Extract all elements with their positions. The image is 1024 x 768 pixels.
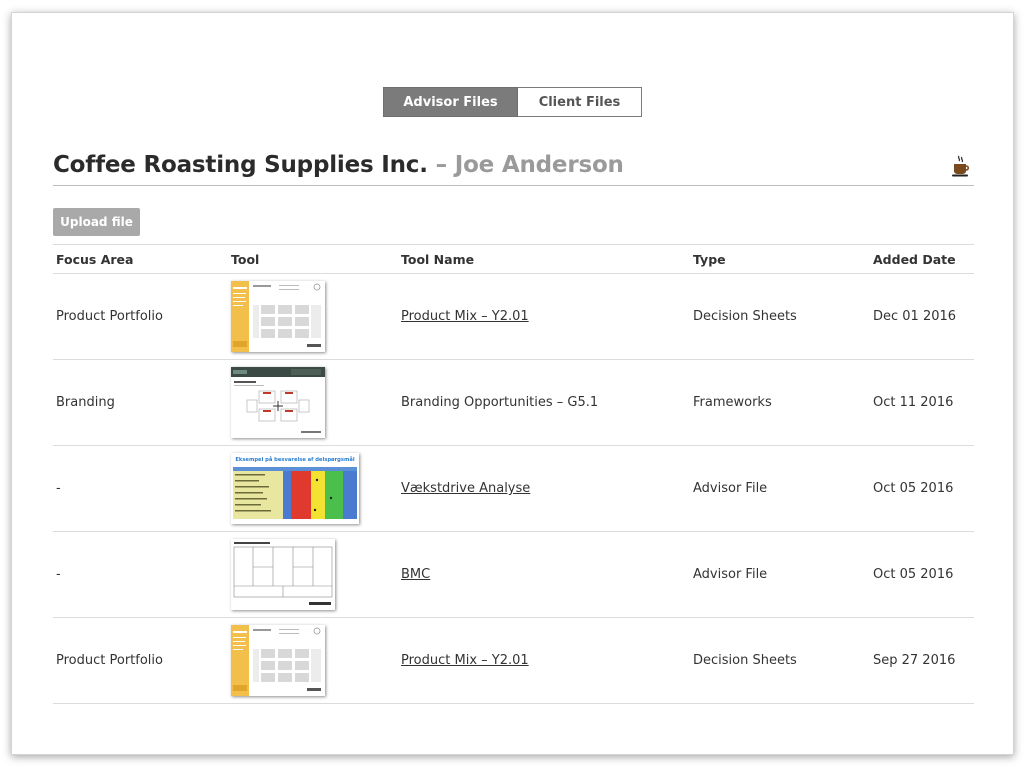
tool-name-link[interactable]: Vækstdrive Analyse [401,481,530,496]
tool-name-cell: Vækstdrive Analyse [401,446,530,531]
tab-client-files[interactable]: Client Files [518,87,642,117]
title-divider [53,185,974,186]
title-separator: – [435,152,448,178]
tool-name-cell: Product Mix – Y2.01 [401,274,529,359]
column-header-added-date[interactable]: Added Date [873,245,956,273]
table-header-row: Focus Area Tool Tool Name Type Added Dat… [53,245,974,274]
tool-name-cell: BMC [401,532,430,617]
type-cell: Frameworks [693,395,772,410]
tool-name-cell: Product Mix – Y2.01 [401,618,529,703]
column-header-type[interactable]: Type [693,245,726,273]
client-name: Joe Anderson [454,152,624,178]
type-cell: Decision Sheets [693,309,797,324]
product-mix-thumbnail[interactable] [231,281,325,352]
tool-name-link[interactable]: BMC [401,567,430,582]
company-name: Coffee Roasting Supplies Inc. [53,152,428,178]
bmc-thumbnail[interactable] [231,539,335,610]
file-tabs: Advisor Files Client Files [383,87,642,117]
focus-area-cell: Product Portfolio [56,653,163,668]
focus-area-cell: Branding [56,395,115,410]
tool-name-link[interactable]: Product Mix – Y2.01 [401,309,529,324]
vaekstdrive-thumbnail[interactable]: Eksempel på besvarelse af delspørgsmål [231,453,359,524]
column-header-tool-name[interactable]: Tool Name [401,245,474,273]
added-date-cell: Sep 27 2016 [873,653,956,668]
page-title: Coffee Roasting Supplies Inc. – Joe Ande… [53,152,974,178]
added-date-cell: Oct 05 2016 [873,567,954,582]
type-cell: Advisor File [693,481,768,496]
tool-thumbnail-cell [231,274,325,359]
vaekstdrive-thumbnail-title: Eksempel på besvarelse af delspørgsmål [235,456,355,463]
type-cell: Decision Sheets [693,653,797,668]
table-row: Product Portfolio Product Mix – Y2.01 De… [53,618,974,704]
added-date-cell: Oct 05 2016 [873,481,954,496]
tool-thumbnail-cell [231,360,325,445]
branding-opportunities-thumbnail[interactable] [231,367,325,438]
tool-thumbnail-cell: Eksempel på besvarelse af delspørgsmål [231,446,359,531]
table-row: Product Portfolio Product Mix – Y2.01 De… [53,274,974,360]
added-date-cell: Dec 01 2016 [873,309,957,324]
table-row: - BMC Advisor File Oct 05 2016 [53,532,974,618]
table-row: Branding Branding Opportunities – G5.1 F… [53,360,974,446]
main-panel: Advisor Files Client Files Coffee Roasti… [11,12,1014,755]
column-header-focus-area[interactable]: Focus Area [56,245,133,273]
tool-thumbnail-cell [231,618,325,703]
focus-area-cell: Product Portfolio [56,309,163,324]
added-date-cell: Oct 11 2016 [873,395,954,410]
focus-area-cell: - [56,481,61,496]
upload-file-button[interactable]: Upload file [53,208,140,236]
coffee-cup-icon[interactable] [950,155,970,177]
type-cell: Advisor File [693,567,768,582]
table-row: - Eksempel på besvarelse af delspørgsmål [53,446,974,532]
column-header-tool[interactable]: Tool [231,245,259,273]
tool-thumbnail-cell [231,532,335,617]
tab-advisor-files[interactable]: Advisor Files [383,87,518,117]
tool-name-link[interactable]: Product Mix – Y2.01 [401,653,529,668]
tool-name-cell: Branding Opportunities – G5.1 [401,395,599,410]
focus-area-cell: - [56,567,61,582]
product-mix-thumbnail[interactable] [231,625,325,696]
files-table: Focus Area Tool Tool Name Type Added Dat… [53,244,974,704]
